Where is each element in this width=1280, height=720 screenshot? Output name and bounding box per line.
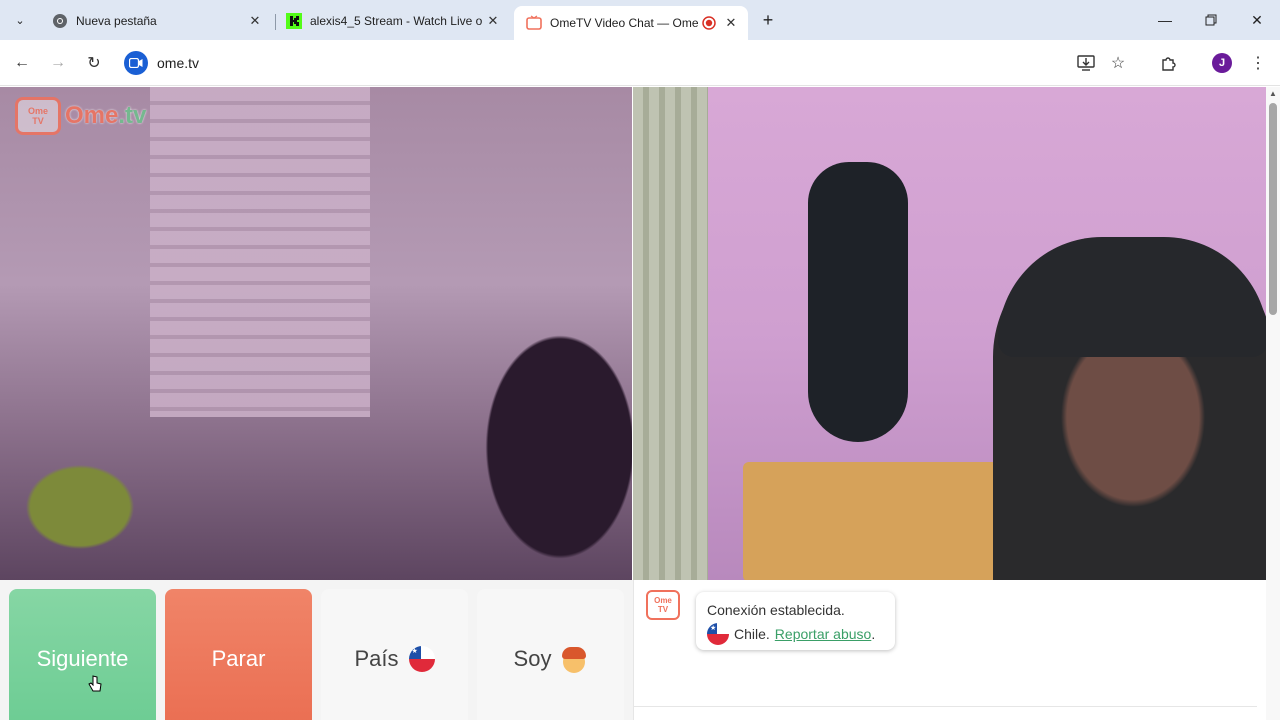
system-message-bubble: Conexión establecida. ★ Chile. Reportar … [696,592,895,650]
connection-message: Conexión establecida. [707,602,845,618]
chat-input-divider [634,706,1257,707]
back-arrow-icon[interactable]: ← [10,51,34,75]
install-app-icon[interactable] [1074,51,1098,75]
close-window-icon[interactable]: ✕ [1245,8,1269,32]
profile-avatar[interactable]: J [1212,53,1232,73]
guitar-case [808,162,908,442]
tab-title: alexis4_5 Stream - Watch Live o [310,14,483,28]
cap [998,237,1266,357]
next-label: Siguiente [36,646,129,671]
bookmark-star-icon[interactable]: ☆ [1106,51,1130,75]
tab-strip: ⌄ Nueva pestaña ✕ alexis4_5 Stream - Wat… [0,0,1280,40]
remote-video-feed [633,87,1266,580]
scrollbar-thumb[interactable] [1269,103,1277,315]
ometv-tv-icon: Ome TV [15,97,61,135]
chile-flag-icon: ★ [707,623,729,645]
country-row: ★ Chile. Reportar abuso. [707,622,884,646]
period: . [871,626,876,642]
minimize-icon[interactable]: — [1153,8,1177,32]
tab-ometv[interactable]: OmeTV Video Chat — Ome ✕ [514,6,748,40]
tab-search-chevron-icon[interactable]: ⌄ [8,8,32,32]
scroll-up-arrow-icon[interactable]: ▲ [1269,90,1277,98]
ometv-page: OmeTV Ome.tv Siguiente Parar País ★ Soy [0,87,1266,720]
tab-close-icon[interactable]: ✕ [484,12,502,30]
recording-icon [702,16,716,30]
url-text[interactable]: ome.tv [157,55,199,71]
local-video-feed: Ome TV Ome.tv [0,87,632,580]
country-select-button[interactable]: País ★ [321,589,468,720]
chile-flag-icon: ★ [408,646,435,672]
kick-icon [286,13,302,29]
chat-panel: Ome TV Conexión establecida. ★ Chile. Rep… [633,580,1257,720]
hand-cursor-icon [88,675,102,692]
chat-controls: Siguiente Parar País ★ Soy [0,580,633,720]
address-bar[interactable]: ome.tv [116,46,1140,80]
next-button[interactable]: Siguiente [9,589,156,720]
ometv-icon [526,15,542,30]
browser-toolbar: ← → ↻ ome.tv ☆ J ⋮ [0,40,1280,86]
tab-title: Nueva pestaña [76,14,157,28]
extensions-puzzle-icon[interactable] [1157,51,1181,75]
video-camera-icon[interactable] [124,51,148,75]
ometv-brand-text: Ome.tv [65,102,147,129]
tab-title: OmeTV Video Chat — Ome [550,16,699,30]
ometv-logo[interactable]: Ome TV Ome.tv [15,97,146,135]
chrome-icon [53,14,67,28]
stop-label: Parar [211,646,266,671]
tab-close-icon[interactable]: ✕ [722,14,740,32]
report-abuse-link[interactable]: Reportar abuso [775,626,872,642]
tab-kick-stream[interactable]: alexis4_5 Stream - Watch Live o ✕ [274,6,510,36]
curtain [633,87,708,580]
boy-emoji-icon [561,645,587,673]
tab-close-icon[interactable]: ✕ [246,12,264,30]
ometv-chat-avatar-icon: Ome TV [646,590,680,620]
reload-icon[interactable]: ↻ [82,51,106,75]
gender-label: Soy [513,646,552,671]
country-name: Chile. [734,626,770,642]
page-scrollbar[interactable]: ▲ [1266,87,1280,720]
new-tab-plus-icon[interactable]: + [757,9,779,31]
menu-kebab-icon[interactable]: ⋮ [1246,51,1270,75]
gender-select-button[interactable]: Soy [477,589,624,720]
stop-button[interactable]: Parar [165,589,312,720]
tab-new-tab[interactable]: Nueva pestaña ✕ [40,6,272,36]
window-blinds [150,87,370,417]
country-label: País [354,646,399,671]
restore-icon[interactable] [1199,8,1223,32]
forward-arrow-icon[interactable]: → [46,51,70,75]
